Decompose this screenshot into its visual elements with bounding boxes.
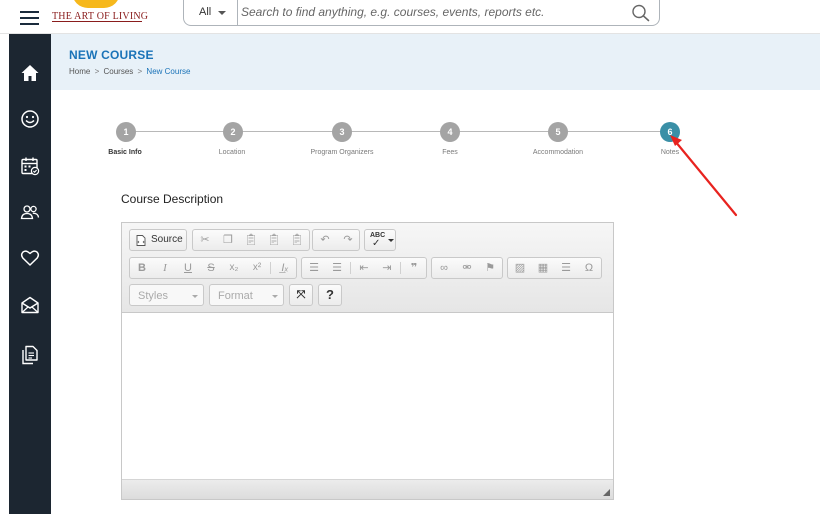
page-header: NEW COURSE Home > Courses > New Course bbox=[51, 34, 820, 90]
search-input[interactable] bbox=[241, 2, 626, 22]
art-of-living-logo[interactable]: THE ART OF LIVING bbox=[52, 0, 148, 22]
page-title: NEW COURSE bbox=[69, 48, 154, 62]
sidebar-item-home[interactable] bbox=[9, 52, 51, 94]
italic-icon[interactable]: I bbox=[154, 258, 176, 278]
step-6-circle[interactable]: 6 bbox=[660, 122, 680, 142]
sidebar-item-events[interactable] bbox=[9, 145, 51, 187]
editor-toolbar: Source ✂ ❐ 📋︎ 📋︎ 📋︎ ↶ ↷ ABC ✓ B I U S x₂… bbox=[122, 223, 613, 313]
chevron-down-icon bbox=[192, 295, 198, 298]
styles-dropdown[interactable]: Styles bbox=[129, 284, 204, 306]
step-4-circle[interactable]: 4 bbox=[440, 122, 460, 142]
insert-group: ▨ ▦ ☰ Ω bbox=[507, 257, 602, 279]
undo-icon[interactable]: ↶ bbox=[314, 230, 336, 250]
step-2-circle[interactable]: 2 bbox=[223, 122, 243, 142]
paste-text-icon[interactable]: 📋︎ bbox=[263, 230, 285, 250]
breadcrumb-courses[interactable]: Courses bbox=[103, 67, 133, 76]
rich-text-editor: Source ✂ ❐ 📋︎ 📋︎ 📋︎ ↶ ↷ ABC ✓ B I U S x₂… bbox=[121, 222, 614, 500]
clipboard-group: ✂ ❐ 📋︎ 📋︎ 📋︎ bbox=[192, 229, 310, 251]
sidebar bbox=[9, 34, 51, 514]
special-character-icon[interactable]: Ω bbox=[578, 258, 600, 278]
hamburger-menu-icon[interactable] bbox=[20, 11, 39, 25]
sidebar-item-wellbeing[interactable] bbox=[9, 98, 51, 140]
mail-icon bbox=[21, 296, 39, 314]
step-2-label[interactable]: Location bbox=[177, 149, 287, 156]
step-1-circle[interactable]: 1 bbox=[116, 122, 136, 142]
horizontal-rule-icon[interactable]: ☰ bbox=[555, 258, 577, 278]
strikethrough-icon[interactable]: S bbox=[200, 258, 222, 278]
editor-content-area[interactable] bbox=[122, 314, 613, 479]
search-icon[interactable] bbox=[631, 4, 651, 22]
remove-format-icon[interactable]: I̲ₓ bbox=[274, 258, 296, 278]
anchor-flag-icon[interactable]: ⚑ bbox=[479, 258, 501, 278]
step-1-label[interactable]: Basic Info bbox=[70, 149, 180, 156]
help-icon: ? bbox=[326, 287, 334, 302]
chevron-down-icon bbox=[272, 295, 278, 298]
decrease-indent-icon[interactable]: ⇤ bbox=[353, 258, 375, 278]
smiley-icon bbox=[21, 110, 39, 128]
sidebar-item-messages[interactable] bbox=[9, 284, 51, 326]
source-document-icon bbox=[136, 235, 146, 246]
increase-indent-icon[interactable]: ⇥ bbox=[376, 258, 398, 278]
format-dropdown[interactable]: Format bbox=[209, 284, 284, 306]
stepper-track bbox=[126, 131, 670, 132]
home-icon bbox=[21, 65, 39, 81]
source-button[interactable]: Source bbox=[129, 229, 187, 251]
superscript-icon[interactable]: x² bbox=[246, 258, 268, 278]
editor-status-bar bbox=[122, 479, 613, 499]
people-icon bbox=[20, 205, 40, 220]
sidebar-item-people[interactable] bbox=[9, 191, 51, 233]
cut-icon[interactable]: ✂ bbox=[194, 230, 216, 250]
calendar-icon bbox=[21, 157, 40, 176]
sidebar-item-documents[interactable] bbox=[9, 334, 51, 376]
step-4-label[interactable]: Fees bbox=[395, 149, 505, 156]
bold-icon[interactable]: B bbox=[131, 258, 153, 278]
paste-icon[interactable]: 📋︎ bbox=[240, 230, 262, 250]
chevron-down-icon bbox=[388, 239, 394, 242]
styles-dropdown-value: Styles bbox=[138, 290, 168, 302]
table-icon[interactable]: ▦ bbox=[532, 258, 554, 278]
search-scope-value: All bbox=[199, 6, 212, 18]
blockquote-icon[interactable]: ❞ bbox=[403, 258, 425, 278]
documents-icon bbox=[22, 345, 38, 365]
maximize-icon: ⤧ bbox=[296, 289, 306, 301]
search-scope-select[interactable]: All bbox=[184, 0, 238, 25]
history-group: ↶ ↷ bbox=[312, 229, 360, 251]
top-bar: THE ART OF LIVING All bbox=[0, 0, 820, 34]
numbered-list-icon[interactable]: ☰ bbox=[303, 258, 325, 278]
subscript-icon[interactable]: x₂ bbox=[223, 258, 245, 278]
chevron-down-icon bbox=[218, 11, 226, 15]
step-6-label[interactable]: Notes bbox=[615, 149, 725, 156]
help-button[interactable]: ? bbox=[318, 284, 342, 306]
sidebar-item-favorites[interactable] bbox=[9, 237, 51, 279]
resize-handle-icon[interactable] bbox=[603, 489, 610, 496]
breadcrumb-home[interactable]: Home bbox=[69, 67, 90, 76]
spellcheck-button[interactable]: ABC ✓ bbox=[364, 229, 396, 251]
copy-icon[interactable]: ❐ bbox=[217, 230, 239, 250]
step-5-label[interactable]: Accommodation bbox=[503, 149, 613, 156]
bulleted-list-icon[interactable]: ☰ bbox=[326, 258, 348, 278]
course-description-heading: Course Description bbox=[121, 192, 224, 206]
maximize-button[interactable]: ⤧ bbox=[289, 284, 313, 306]
format-dropdown-value: Format bbox=[218, 290, 253, 302]
paragraph-group: ☰ ☰ ⇤ ⇥ ❞ bbox=[301, 257, 427, 279]
breadcrumb-current: New Course bbox=[146, 67, 191, 76]
step-5-circle[interactable]: 5 bbox=[548, 122, 568, 142]
logo-sun-graphic bbox=[72, 0, 120, 8]
breadcrumb: Home > Courses > New Course bbox=[69, 67, 191, 76]
step-3-circle[interactable]: 3 bbox=[332, 122, 352, 142]
basic-styles-group: B I U S x₂ x² I̲ₓ bbox=[129, 257, 297, 279]
heart-icon bbox=[20, 250, 40, 266]
link-icon[interactable]: ∞ bbox=[433, 258, 455, 278]
search-bar: All bbox=[183, 0, 660, 26]
step-3-label[interactable]: Program Organizers bbox=[287, 149, 397, 156]
redo-icon[interactable]: ↷ bbox=[337, 230, 359, 250]
source-button-label: Source bbox=[151, 234, 183, 245]
links-group: ∞ ⚮ ⚑ bbox=[431, 257, 503, 279]
image-icon[interactable]: ▨ bbox=[509, 258, 531, 278]
unlink-icon[interactable]: ⚮ bbox=[456, 258, 478, 278]
paste-from-word-icon[interactable]: 📋︎ bbox=[286, 230, 308, 250]
underline-icon[interactable]: U bbox=[177, 258, 199, 278]
